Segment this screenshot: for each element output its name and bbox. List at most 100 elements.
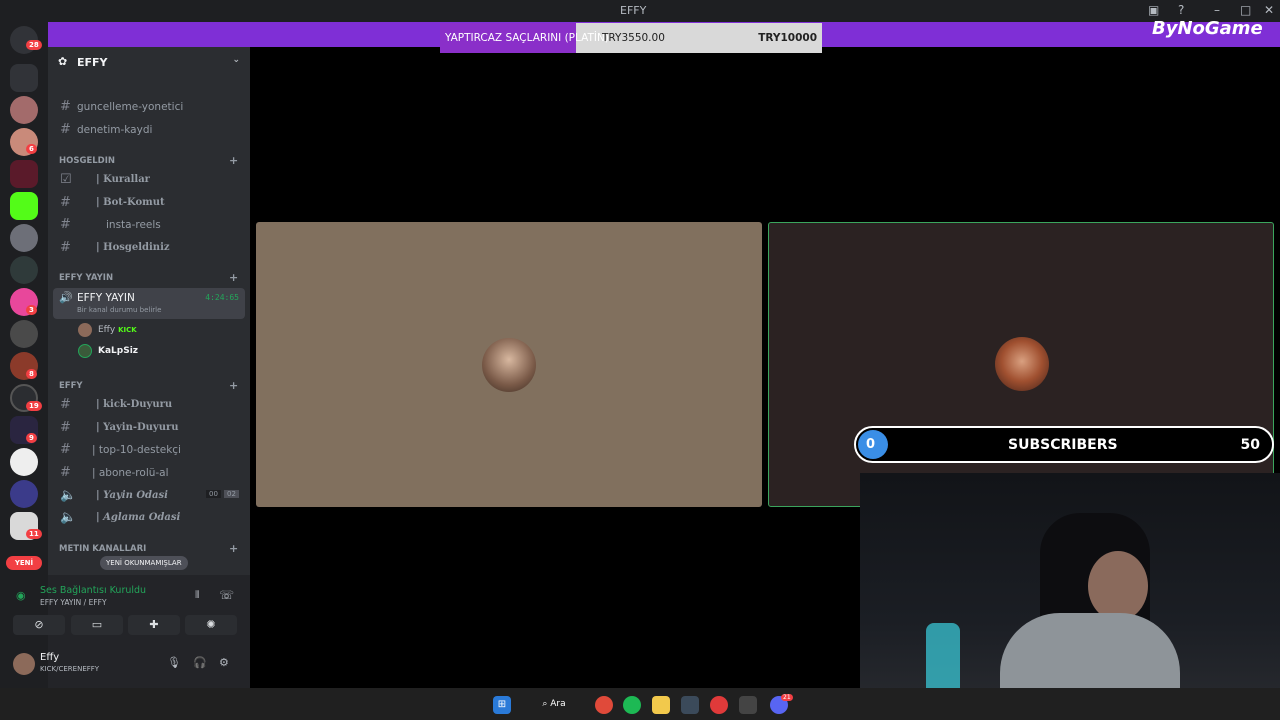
title-bar: EFFY ▣ ? – □ ✕: [0, 0, 1280, 22]
screen-share-icon[interactable]: ▣: [1148, 3, 1159, 17]
voice-channel-item[interactable]: 🔈 | Yayin Odasi 00 02: [56, 486, 246, 506]
camera-button[interactable]: ⊘: [13, 615, 65, 635]
signal-icon[interactable]: ◉: [16, 589, 26, 602]
kick-server-icon[interactable]: [10, 192, 38, 220]
channel-item[interactable]: # | Hosgeldiniz: [56, 238, 246, 258]
channel-item[interactable]: # | kick-Duyuru: [56, 395, 246, 415]
new-unread-pill[interactable]: YENİ: [6, 556, 42, 570]
add-channel-icon[interactable]: +: [229, 271, 238, 284]
channel-item[interactable]: ☑ | Kurallar: [56, 170, 246, 190]
soundboard-button[interactable]: ✺: [185, 615, 237, 635]
server-icon-5[interactable]: [10, 224, 38, 252]
donation-target: TRY10000: [758, 32, 817, 44]
disconnect-icon[interactable]: ☏: [219, 588, 234, 602]
bynogame-logo: ByNoGame: [1152, 18, 1263, 39]
voice-channel-active[interactable]: 🔊 EFFY YAYIN Bir kanal durumu belirle 4:…: [53, 288, 245, 319]
speaker-icon: 🔈: [60, 510, 77, 525]
taskbar-search[interactable]: ⌕ Ara: [528, 694, 580, 714]
channel-label: | Kurallar: [96, 174, 150, 185]
channel-item[interactable]: # denetim-kaydi: [56, 120, 246, 140]
discord-badge: 21: [781, 694, 793, 701]
voice-channel-name: EFFY YAYIN: [77, 292, 135, 304]
app-icon-red[interactable]: [710, 696, 728, 714]
server-icon-6[interactable]: [10, 256, 38, 284]
channel-item[interactable]: # guncelleme-yonetici: [56, 97, 246, 117]
help-icon[interactable]: ?: [1178, 3, 1184, 17]
hash-icon: #: [60, 420, 71, 435]
guild-header[interactable]: ✿ EFFY ⌄: [48, 47, 250, 77]
hash-icon: #: [60, 442, 71, 457]
windows-start-icon[interactable]: ⊞: [493, 696, 511, 714]
category-hosgeldin[interactable]: HOSGELDIN +: [59, 154, 238, 167]
channel-label: denetim-kaydi: [77, 124, 153, 136]
server-badge: 9: [26, 433, 37, 443]
add-channel-icon[interactable]: +: [229, 542, 238, 555]
camera-off-icon: ⊘: [34, 618, 44, 631]
donation-current: TRY3550.00: [602, 32, 665, 44]
gear-icon[interactable]: ⚙: [219, 656, 229, 669]
file-explorer-icon[interactable]: [652, 696, 670, 714]
user-name[interactable]: Effy: [40, 652, 59, 663]
voice-channel-path[interactable]: EFFY YAYIN / EFFY: [40, 598, 107, 607]
search-label: Ara: [550, 699, 566, 709]
streamer-face: [1088, 551, 1148, 621]
folder-icon[interactable]: [10, 64, 38, 92]
user-count: 00: [206, 490, 221, 498]
category-effy-yayin[interactable]: EFFY YAYIN +: [59, 271, 238, 284]
avatar: [482, 338, 536, 392]
add-channel-icon[interactable]: +: [229, 154, 238, 167]
donation-title: YAPTIRCAZ SAÇLARINI (PLATİN): [445, 32, 609, 44]
app-icon[interactable]: [681, 696, 699, 714]
server-icon-3[interactable]: [10, 160, 38, 188]
category-label: EFFY: [59, 381, 83, 391]
activities-button[interactable]: ✚: [128, 615, 180, 635]
category-effy[interactable]: EFFY +: [59, 379, 238, 392]
video-tile-effy[interactable]: [256, 222, 762, 507]
subscribers-label: SUBSCRIBERS: [1008, 437, 1118, 453]
category-metin-kanallari[interactable]: METIN KANALLARI +: [59, 542, 238, 555]
server-badge: 11: [26, 529, 42, 539]
new-unreads-pill[interactable]: YENİ OKUNMAMIŞLAR: [100, 556, 188, 570]
guild-name: EFFY: [77, 56, 108, 69]
category-label: HOSGELDIN: [59, 156, 115, 166]
hash-icon: #: [60, 240, 71, 255]
maximize-icon[interactable]: □: [1240, 3, 1251, 17]
close-icon[interactable]: ✕: [1264, 3, 1274, 17]
category-label: EFFY YAYIN: [59, 273, 114, 283]
activities-icon: ✚: [149, 618, 159, 631]
hash-icon: #: [60, 465, 71, 480]
channel-item[interactable]: # | top-10-destekçi: [56, 440, 246, 460]
search-icon: ⌕: [542, 699, 548, 709]
channel-label: insta-reels: [106, 219, 161, 231]
channel-label: | kick-Duyuru: [96, 399, 173, 410]
avatar: [995, 337, 1049, 391]
hash-icon: #: [60, 195, 71, 210]
video-tile-kalpsiz[interactable]: [768, 222, 1274, 507]
spotify-icon[interactable]: [623, 696, 641, 714]
avatar[interactable]: [13, 653, 35, 675]
channel-status[interactable]: Bir kanal durumu belirle: [77, 306, 161, 314]
server-icon-1[interactable]: [10, 96, 38, 124]
headphones-icon[interactable]: 🎧: [193, 656, 207, 669]
guild-icon: ✿: [58, 55, 68, 68]
channel-item[interactable]: # | Yayin-Duyuru: [56, 418, 246, 438]
server-badge: 6: [26, 144, 37, 154]
channel-item[interactable]: # insta-reels: [56, 215, 246, 235]
server-icon-8[interactable]: [10, 320, 38, 348]
speaker-icon: 🔈: [60, 488, 77, 503]
noise-suppression-icon[interactable]: ⦀: [195, 590, 199, 601]
channel-item[interactable]: # | abone-rolü-al: [56, 463, 246, 483]
soundboard-icon: ✺: [206, 618, 216, 631]
minimize-icon[interactable]: –: [1214, 3, 1220, 17]
voice-channel-item[interactable]: 🔈 | Aglama Odasi: [56, 508, 246, 528]
obs-icon[interactable]: [739, 696, 757, 714]
server-icon-12[interactable]: [10, 448, 38, 476]
voice-status[interactable]: Ses Bağlantısı Kuruldu: [40, 585, 146, 596]
server-icon-13[interactable]: [10, 480, 38, 508]
add-channel-icon[interactable]: +: [229, 379, 238, 392]
channel-item[interactable]: # | Bot-Komut: [56, 193, 246, 213]
chrome-icon[interactable]: [595, 696, 613, 714]
microphone-icon[interactable]: 🎙: [167, 656, 181, 669]
screen-share-button[interactable]: ▭: [71, 615, 123, 635]
user-limit: 02: [224, 490, 239, 498]
